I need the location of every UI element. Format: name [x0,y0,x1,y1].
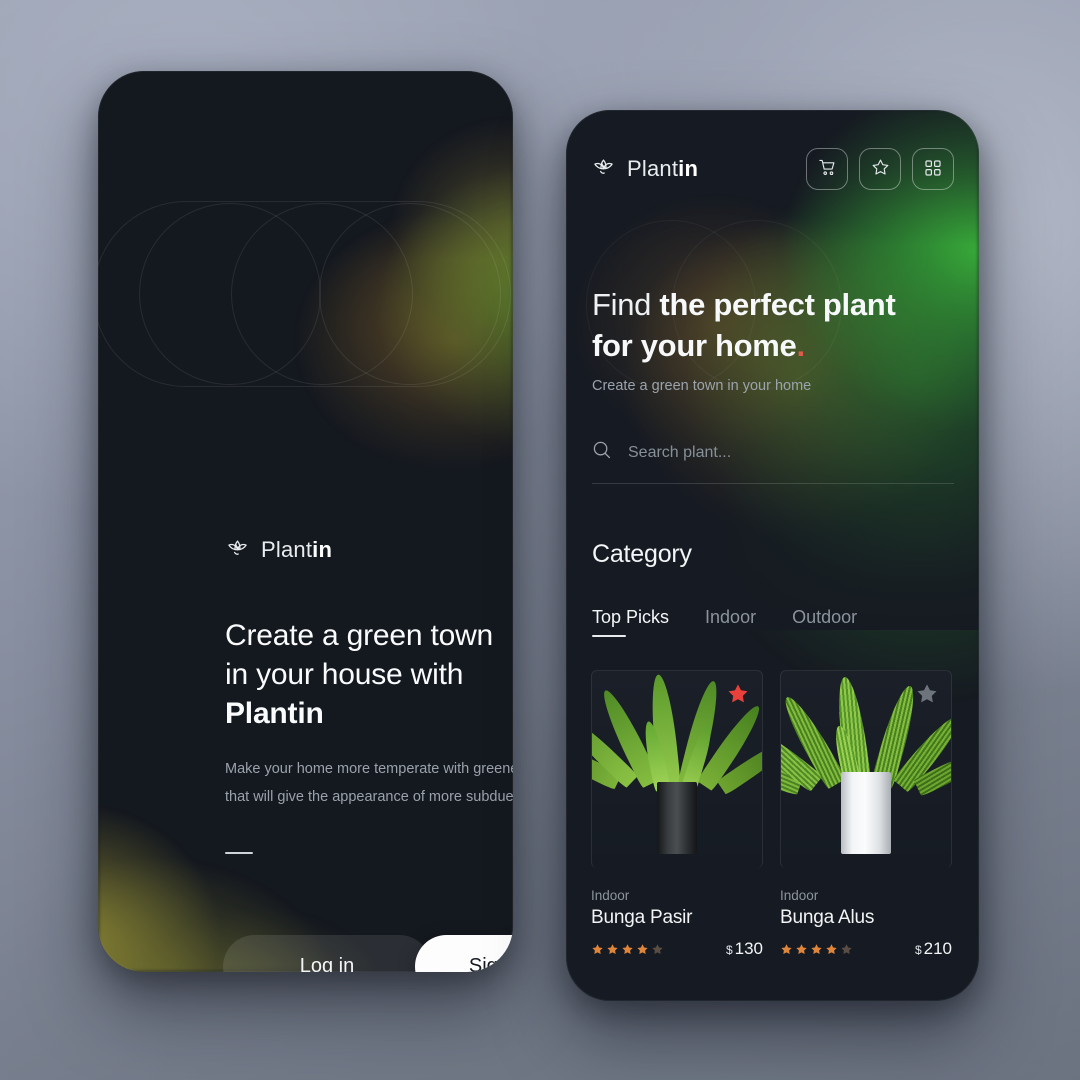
plant-illustration [781,674,951,854]
login-button[interactable]: Log in [223,935,431,972]
hero-title-accent: Find [592,287,652,322]
home-screen-phone-mockup: Plantin Find the perfect plant for your … [566,110,979,1001]
currency-symbol: $ [725,943,733,957]
price-value: 210 [923,939,952,958]
category-tabs: Top Picks Indoor Outdoor [592,607,857,637]
header-actions [806,148,954,190]
tab-top-picks[interactable]: Top Picks [592,607,669,637]
cart-button[interactable] [806,148,848,190]
tab-indoor[interactable]: Indoor [705,607,756,637]
search-input[interactable] [628,443,954,462]
cart-icon [818,158,837,180]
product-price: $210 [915,939,952,959]
price-value: 130 [734,939,763,958]
product-image [780,670,952,868]
onboarding-description: Make your home more temperate with green… [225,761,513,805]
hero-title-period: . [796,328,806,363]
lotus-leaf-icon [591,157,616,181]
star-icon [871,158,890,180]
brand-name: Plantin [261,537,333,562]
text-divider [225,852,253,854]
hero-title-line2: for your home [592,328,797,363]
plant-illustration [592,673,762,854]
brand-logo-home: Plantin [591,156,698,182]
hero-title-rest: the perfect plant [651,287,896,322]
favorites-button[interactable] [859,148,901,190]
product-meta: $130 [591,939,763,959]
onboarding-phone-mockup: Plantin Create a green town in your hous… [98,71,513,972]
hero-title: Find the perfect plant for your home. [592,284,962,366]
currency-symbol: $ [914,943,922,957]
tab-outdoor[interactable]: Outdoor [792,607,857,637]
product-category: Indoor [591,888,630,903]
product-price: $130 [726,939,763,959]
search-bar[interactable] [592,440,954,484]
product-card[interactable]: Indoor Bunga Alus $210 [780,670,952,959]
lotus-leaf-icon [225,538,250,562]
categories-button[interactable] [912,148,954,190]
rating-stars [591,943,664,956]
brand-name-home: Plantin [627,156,699,181]
product-image [591,670,763,868]
category-heading: Category [592,540,692,568]
signin-button[interactable]: Sign In [415,935,513,972]
rating-stars [780,943,853,956]
search-icon [592,440,612,465]
product-category: Indoor [780,888,819,903]
hero-subtitle: Create a green town in your home [592,378,812,394]
product-name: Bunga Pasir [591,907,693,928]
product-meta: $210 [780,939,952,959]
app-header: Plantin [591,148,954,190]
grid-icon [924,159,942,180]
brand-logo: Plantin [225,537,332,563]
onboarding-headline: Create a green town in your house with P… [225,619,494,730]
product-card[interactable]: Indoor Bunga Pasir $130 [591,670,763,959]
product-list: Indoor Bunga Pasir $130 Indoor Bunga Alu… [591,670,952,959]
product-name: Bunga Alus [780,907,875,928]
